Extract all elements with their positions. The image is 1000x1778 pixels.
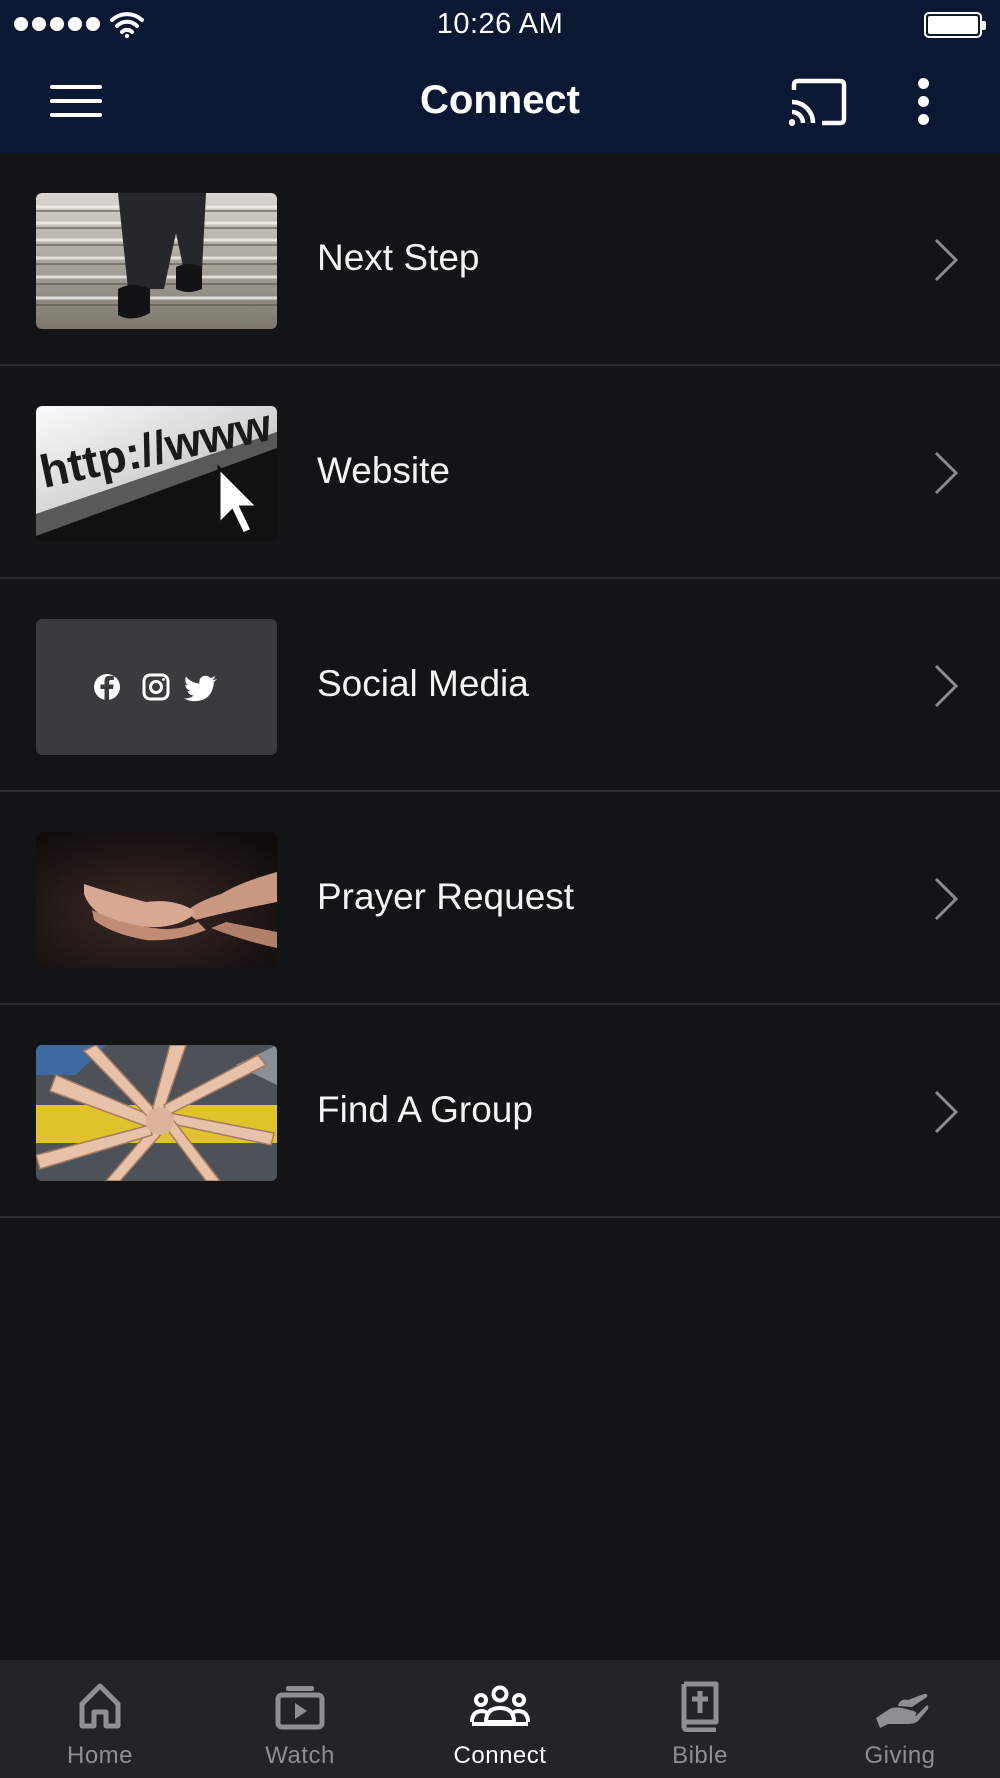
chevron-right-icon [934, 451, 959, 495]
http-www-cursor-photo: http://www [36, 406, 277, 542]
chevron-right-icon [934, 664, 959, 708]
list-item-social-media[interactable]: Social Media [0, 579, 1000, 792]
tab-label: Watch [265, 1742, 335, 1769]
watch-icon [275, 1686, 325, 1730]
bottom-tab-bar: Home Watch Connect Bible Giving [0, 1660, 1000, 1778]
giving-hand-icon [876, 1693, 929, 1728]
chevron-right-icon [934, 238, 959, 282]
tab-home[interactable]: Home [0, 1660, 200, 1778]
chevron-right-icon [934, 877, 959, 921]
app-bar: Connect [0, 50, 1000, 153]
tab-label: Connect [453, 1742, 547, 1769]
list-item-label: Find A Group [317, 1089, 533, 1130]
page-title: Connect [420, 78, 580, 122]
status-bar: 10:26 AM [0, 0, 1000, 50]
status-time: 10:26 AM [436, 8, 564, 40]
list-item-label: Website [317, 450, 450, 491]
people-icon [470, 1685, 530, 1726]
tab-bible[interactable]: Bible [600, 1660, 800, 1778]
more-vertical-icon[interactable] [906, 74, 942, 130]
tab-label: Giving [864, 1742, 936, 1769]
tab-label: Home [66, 1742, 134, 1769]
battery-icon [924, 12, 986, 38]
open-hands-photo [36, 832, 277, 968]
bible-icon [681, 1681, 719, 1732]
connect-list: Next Step http://www Website Social Medi… [0, 153, 1000, 1218]
list-item-website[interactable]: http://www Website [0, 366, 1000, 579]
list-item-label: Prayer Request [317, 876, 575, 917]
staircase-walking-photo [36, 193, 277, 329]
list-item-label: Next Step [317, 237, 480, 278]
home-icon [79, 1683, 121, 1729]
list-item-label: Social Media [317, 663, 529, 704]
tab-giving[interactable]: Giving [800, 1660, 1000, 1778]
social-icons-tile [36, 619, 277, 755]
tab-connect[interactable]: Connect [400, 1660, 600, 1778]
list-item-find-a-group[interactable]: Find A Group [0, 1005, 1000, 1218]
cast-icon[interactable] [788, 78, 848, 126]
top-bar: 10:26 AM Connect [0, 0, 1000, 153]
tab-watch[interactable]: Watch [200, 1660, 400, 1778]
list-item-prayer-request[interactable]: Prayer Request [0, 792, 1000, 1005]
tab-label: Bible [672, 1742, 728, 1769]
chevron-right-icon [934, 1090, 959, 1134]
group-hands-photo [36, 1045, 277, 1181]
list-item-next-step[interactable]: Next Step [0, 153, 1000, 366]
